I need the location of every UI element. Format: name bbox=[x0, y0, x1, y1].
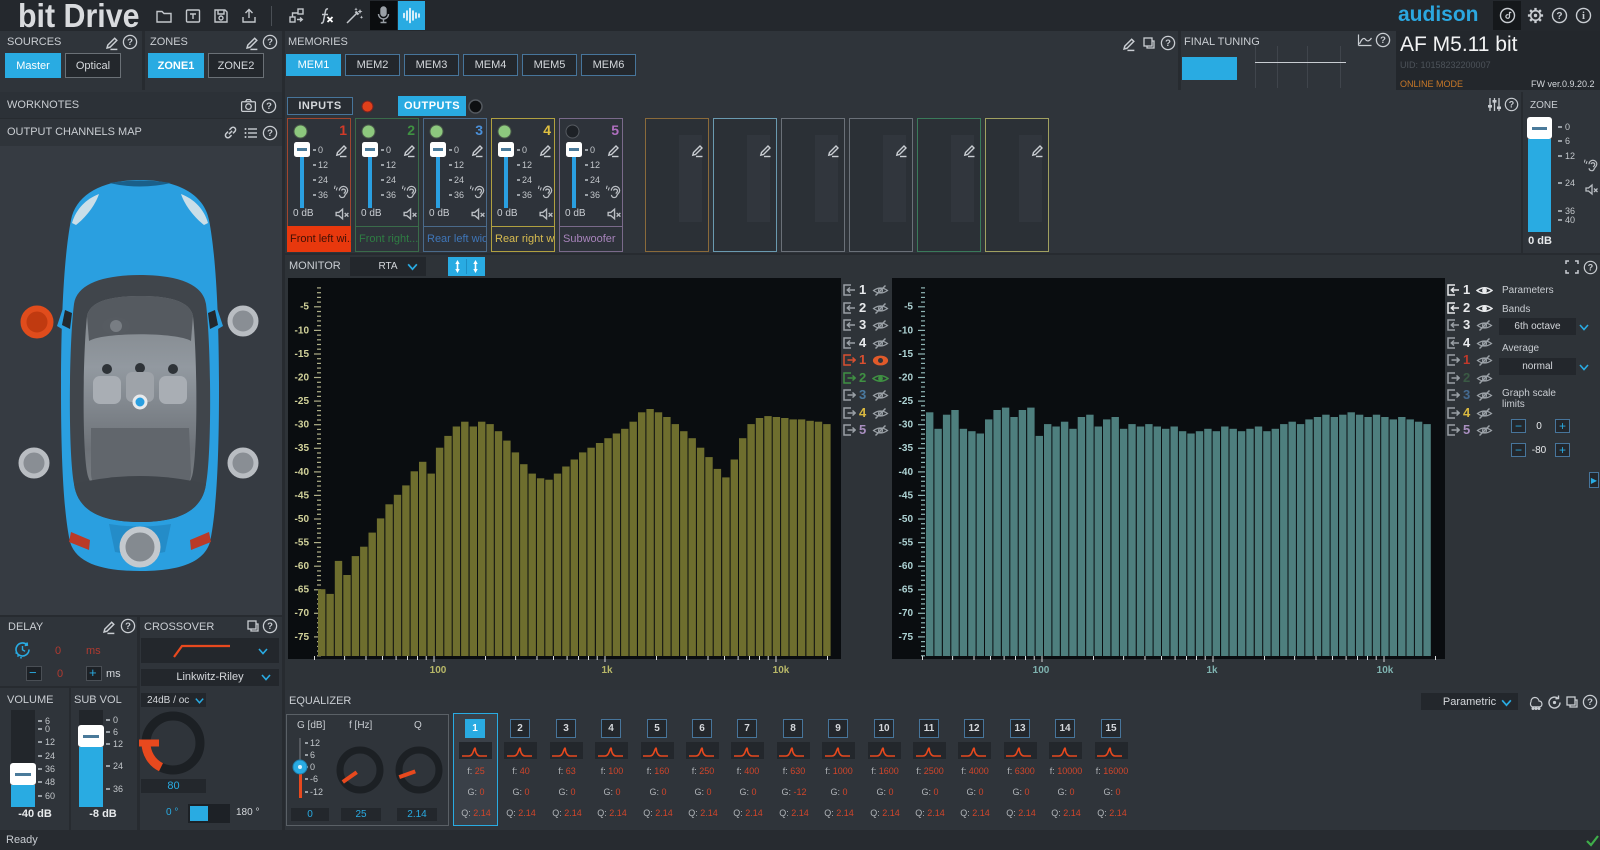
svg-text:-10: -10 bbox=[899, 325, 914, 336]
svg-text:-55: -55 bbox=[295, 538, 310, 549]
svg-text:?: ? bbox=[266, 101, 272, 112]
svg-text:?: ? bbox=[267, 621, 273, 632]
svg-text:?: ? bbox=[267, 128, 273, 139]
svg-text:-15: -15 bbox=[295, 349, 310, 360]
svg-text:-35: -35 bbox=[295, 443, 310, 454]
svg-text:-30: -30 bbox=[295, 420, 310, 431]
svg-text:?: ? bbox=[267, 37, 273, 48]
svg-text:?: ? bbox=[1587, 697, 1593, 708]
svg-text:-60: -60 bbox=[295, 561, 310, 572]
svg-text:-50: -50 bbox=[899, 514, 914, 525]
svg-text:i: i bbox=[1582, 11, 1585, 22]
svg-text:?: ? bbox=[1509, 100, 1514, 110]
svg-text:-35: -35 bbox=[899, 443, 914, 454]
svg-text:?: ? bbox=[1165, 38, 1171, 49]
svg-text:-40: -40 bbox=[899, 467, 914, 478]
svg-text:-55: -55 bbox=[899, 538, 914, 549]
svg-text:-45: -45 bbox=[295, 490, 310, 501]
svg-text:?: ? bbox=[1588, 263, 1593, 273]
svg-text:-65: -65 bbox=[295, 585, 310, 596]
svg-text:-5: -5 bbox=[904, 302, 913, 313]
svg-text:-65: -65 bbox=[899, 585, 914, 596]
svg-text:?: ? bbox=[1380, 35, 1386, 46]
svg-text:-30: -30 bbox=[899, 420, 914, 431]
svg-text:-60: -60 bbox=[899, 561, 914, 572]
svg-text:-70: -70 bbox=[295, 608, 310, 619]
svg-text:-5: -5 bbox=[300, 302, 309, 313]
svg-text:-25: -25 bbox=[295, 396, 310, 407]
svg-text:-40: -40 bbox=[295, 467, 310, 478]
svg-text:-10: -10 bbox=[295, 325, 310, 336]
svg-text:-20: -20 bbox=[295, 372, 310, 383]
svg-text:-75: -75 bbox=[899, 632, 914, 643]
svg-text:?: ? bbox=[127, 37, 133, 48]
svg-text:-50: -50 bbox=[295, 514, 310, 525]
svg-text:?: ? bbox=[1556, 11, 1562, 22]
svg-text:-70: -70 bbox=[899, 608, 914, 619]
svg-text:-15: -15 bbox=[899, 349, 914, 360]
svg-text:?: ? bbox=[125, 621, 131, 632]
svg-text:-75: -75 bbox=[295, 632, 310, 643]
svg-text:-25: -25 bbox=[899, 396, 914, 407]
svg-text:-45: -45 bbox=[899, 490, 914, 501]
svg-text:-20: -20 bbox=[899, 372, 914, 383]
